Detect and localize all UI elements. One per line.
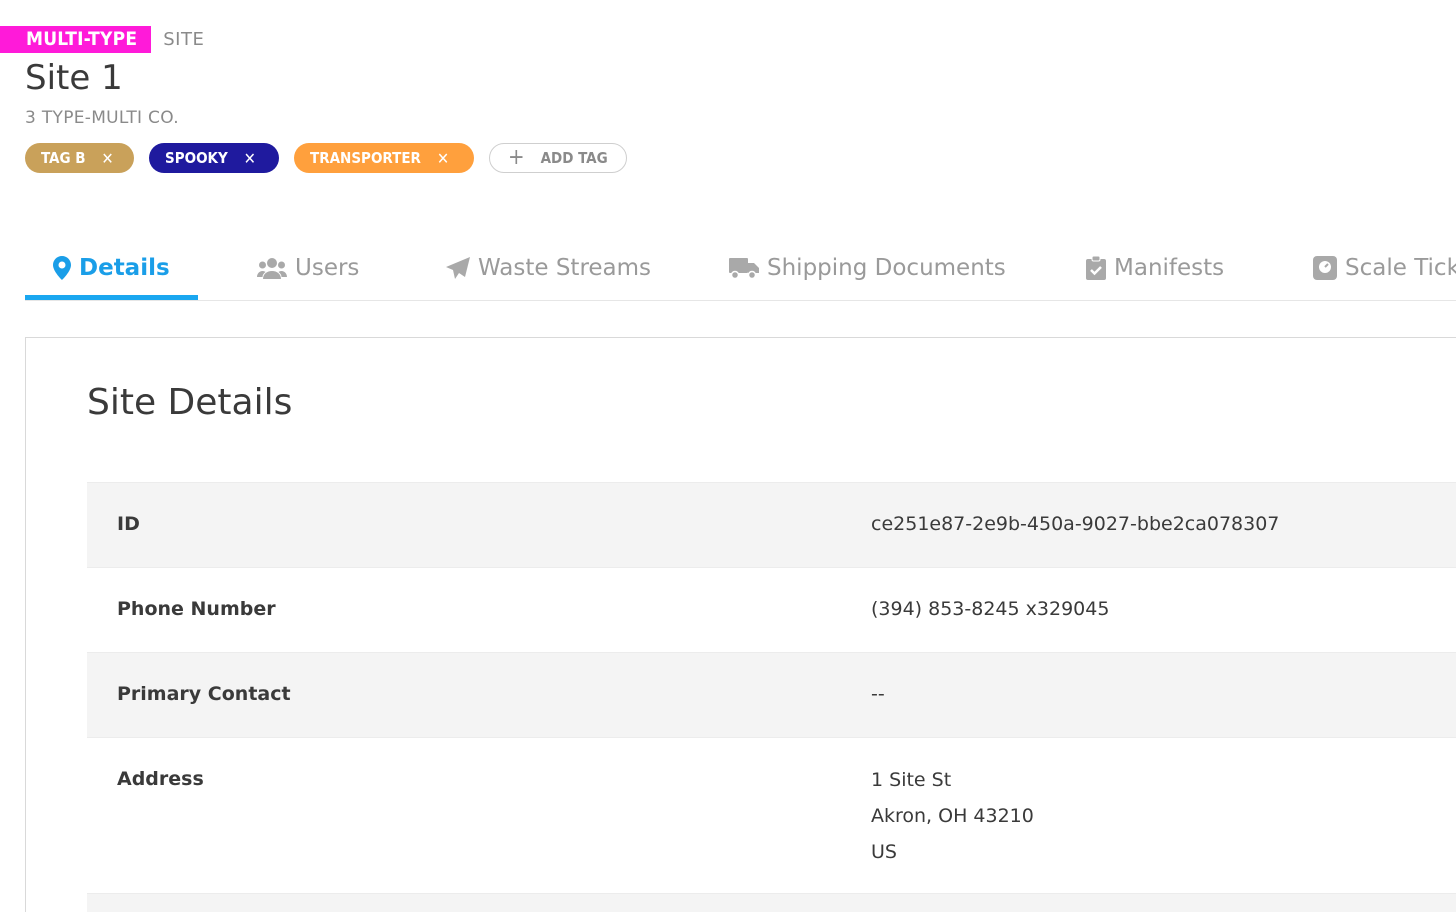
site-page: MULTI-TYPE SITE Site 1 3 TYPE-MULTI CO. … (0, 0, 1456, 912)
tab-users[interactable]: Users (257, 236, 359, 300)
tab-label: Details (79, 255, 170, 281)
field-label: Primary Contact (117, 683, 291, 705)
truck-icon (729, 258, 759, 280)
add-tag-label: ADD TAG (540, 149, 608, 167)
table-row: Primary Contact -- (87, 652, 1456, 737)
tab-details[interactable]: Details (25, 236, 198, 300)
field-value: ce251e87-2e9b-450a-9027-bbe2ca078307 (871, 513, 1280, 535)
tab-shipping-documents[interactable]: Shipping Documents (729, 236, 1006, 300)
tag-chip: SPOOKY ✕ (149, 143, 279, 173)
remove-tag-icon[interactable]: ✕ (437, 149, 449, 168)
tag-label: TRANSPORTER (310, 149, 421, 167)
field-label: Phone Number (117, 598, 276, 620)
tag-chip: TRANSPORTER ✕ (294, 143, 474, 173)
page-title: Site 1 (25, 58, 123, 98)
table-row (87, 893, 1456, 912)
tab-label: Shipping Documents (767, 255, 1006, 281)
field-value: -- (871, 683, 885, 705)
tag-label: TAG B (41, 149, 86, 167)
map-marker-icon (53, 256, 71, 280)
tag-label: SPOOKY (165, 149, 228, 167)
type-badge: MULTI-TYPE (0, 26, 152, 53)
users-icon (257, 258, 287, 279)
tag-chip: TAG B ✕ (25, 143, 134, 173)
field-label: Address (117, 768, 204, 790)
tab-bar: Details Users Waste Streams Shipping Doc… (25, 236, 1456, 301)
type-label: SITE (163, 29, 205, 50)
company-name: 3 TYPE-MULTI CO. (25, 108, 179, 128)
active-tab-indicator (25, 295, 198, 300)
details-table: ID ce251e87-2e9b-450a-9027-bbe2ca078307 … (87, 482, 1456, 912)
section-title: Site Details (87, 382, 293, 423)
tab-label: Scale Tick (1345, 255, 1456, 281)
address-line: 1 Site St (871, 769, 952, 791)
add-tag-button[interactable]: + ADD TAG (489, 143, 627, 173)
tag-list: TAG B ✕ SPOOKY ✕ TRANSPORTER ✕ + ADD TAG (25, 143, 627, 173)
field-value: (394) 853-8245 x329045 (871, 598, 1110, 620)
tab-label: Users (295, 255, 360, 281)
address-value: 1 Site St Akron, OH 43210 US (871, 762, 1034, 870)
plus-icon: + (508, 145, 525, 170)
address-line: US (871, 841, 897, 863)
tab-scale-tickets[interactable]: Scale Tick (1313, 236, 1456, 300)
clipboard-check-icon (1086, 256, 1106, 280)
address-line: Akron, OH 43210 (871, 805, 1034, 827)
tab-label: Waste Streams (478, 255, 652, 281)
site-details-card: Site Details ID ce251e87-2e9b-450a-9027-… (25, 337, 1456, 912)
paper-plane-icon (446, 257, 470, 279)
scale-icon (1313, 256, 1337, 280)
type-row: MULTI-TYPE SITE (0, 26, 204, 53)
table-row: Phone Number (394) 853-8245 x329045 (87, 567, 1456, 652)
tab-waste-streams[interactable]: Waste Streams (446, 236, 651, 300)
table-row: ID ce251e87-2e9b-450a-9027-bbe2ca078307 (87, 482, 1456, 567)
table-row: Address 1 Site St Akron, OH 43210 US (87, 737, 1456, 893)
tab-manifests[interactable]: Manifests (1086, 236, 1224, 300)
remove-tag-icon[interactable]: ✕ (244, 149, 256, 168)
tab-label: Manifests (1114, 255, 1225, 281)
remove-tag-icon[interactable]: ✕ (102, 149, 114, 168)
field-label: ID (117, 513, 140, 535)
